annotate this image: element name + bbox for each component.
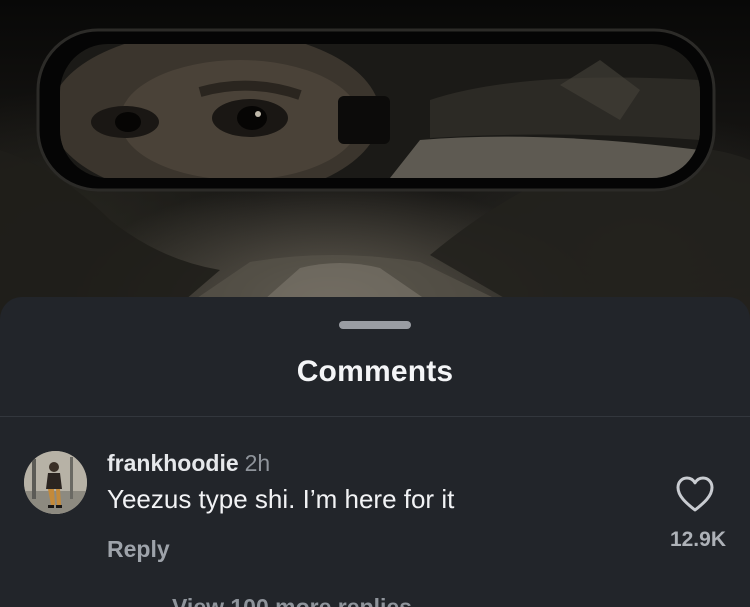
sheet-grabber-handle[interactable] — [339, 321, 411, 329]
app-screen: Comments frankhoodie 2h Yeezus type shi.… — [0, 0, 750, 607]
comment-item: frankhoodie 2h Yeezus type shi. I’m here … — [0, 417, 750, 607]
like-count: 12.9K — [669, 528, 726, 551]
comment-text: Yeezus type shi. I’m here for it — [107, 484, 455, 514]
view-more-replies-button[interactable]: View 100 more replies — [172, 594, 412, 607]
reply-button[interactable]: Reply — [107, 536, 170, 563]
heart-outline-icon — [676, 476, 714, 512]
username-text[interactable]: frankhoodie — [107, 450, 239, 476]
comments-sheet: Comments frankhoodie 2h Yeezus type shi.… — [0, 297, 750, 607]
comment-timestamp: 2h — [244, 450, 271, 476]
comment-author[interactable]: frankhoodie 2h — [107, 450, 270, 477]
sheet-title: Comments — [296, 355, 454, 388]
like-button[interactable] — [674, 474, 716, 514]
rearview-mirror-image — [0, 28, 750, 330]
avatar[interactable] — [24, 451, 87, 514]
video-background[interactable] — [0, 0, 750, 330]
avatar-photo-icon — [24, 451, 87, 514]
